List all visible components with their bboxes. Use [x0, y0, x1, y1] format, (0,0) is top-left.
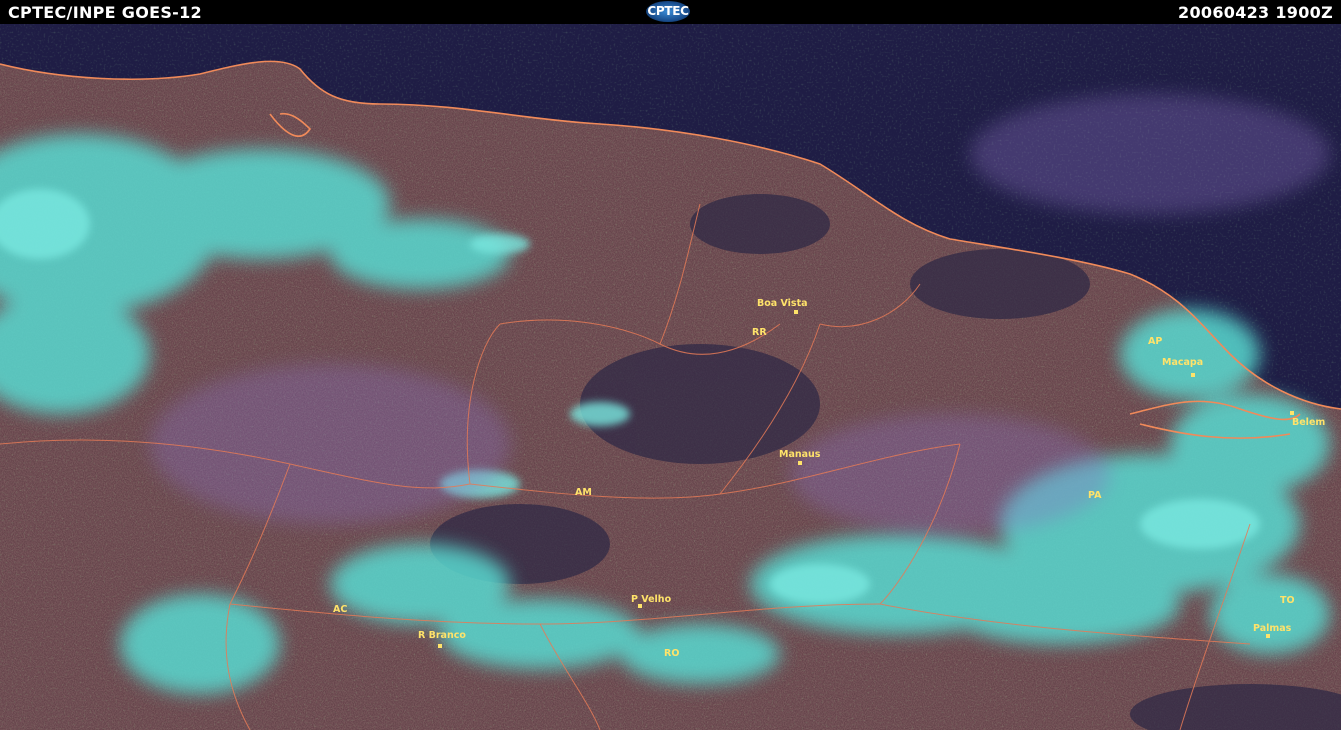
state-label-rr: RR — [752, 327, 767, 338]
city-label-manaus: Manaus — [779, 449, 821, 460]
state-label-to: TO — [1280, 595, 1295, 606]
image-timestamp: 20060423 1900Z — [1178, 3, 1333, 22]
city-label-r-branco: R Branco — [418, 630, 466, 641]
city-label-belem: Belem — [1292, 417, 1325, 428]
image-title: CPTEC/INPE GOES-12 — [8, 3, 202, 22]
state-label-ap: AP — [1148, 336, 1162, 347]
satellite-map: RR AP AM PA AC RO TO Boa Vista Macapa Be… — [0, 24, 1341, 730]
city-label-macapa: Macapa — [1162, 357, 1203, 368]
city-marker-boa-vista — [794, 310, 798, 314]
header-bar: CPTEC/INPE GOES-12 CPTEC 20060423 1900Z — [0, 0, 1341, 24]
state-label-pa: PA — [1088, 490, 1102, 501]
city-marker-r-branco — [438, 644, 442, 648]
city-marker-belem — [1290, 411, 1294, 415]
city-label-palmas: Palmas — [1253, 623, 1292, 634]
satellite-viewer: CPTEC/INPE GOES-12 CPTEC 20060423 1900Z — [0, 0, 1341, 730]
state-label-ro: RO — [664, 648, 679, 659]
city-label-boa-vista: Boa Vista — [757, 298, 808, 309]
city-label-p-velho: P Velho — [631, 594, 672, 605]
city-marker-macapa — [1191, 373, 1195, 377]
cptec-logo: CPTEC — [646, 1, 690, 22]
state-label-ac: AC — [333, 604, 347, 615]
state-label-am: AM — [575, 487, 592, 498]
city-marker-manaus — [798, 461, 802, 465]
city-marker-palmas — [1266, 634, 1270, 638]
